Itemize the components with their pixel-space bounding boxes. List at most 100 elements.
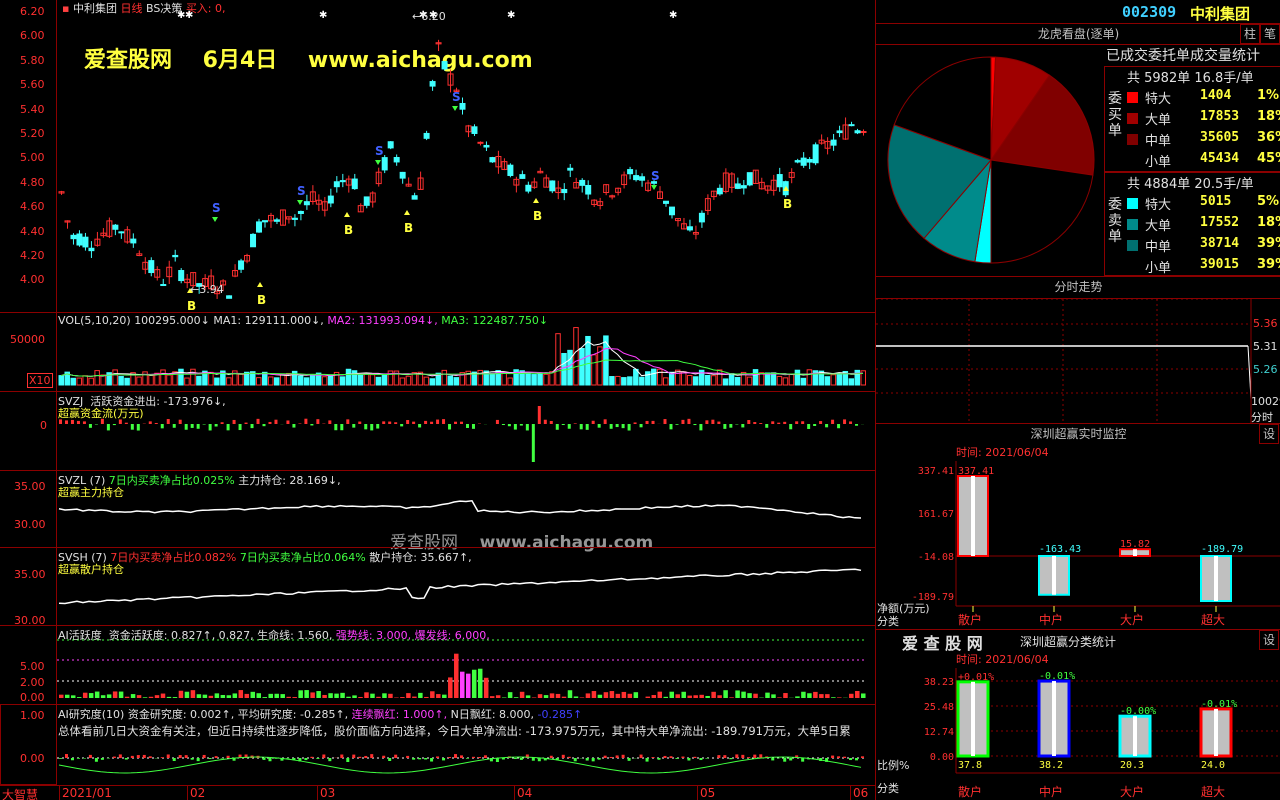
fund-flow-chart[interactable]: [57, 392, 875, 470]
activity-bar: [442, 694, 447, 698]
month-tick: [850, 785, 851, 800]
order-volume: 39015: [1200, 257, 1240, 272]
order-pie-chart[interactable]: [881, 50, 1106, 270]
order-volume: 38714: [1200, 236, 1240, 251]
ratio-bar-chart[interactable]: 38.23 25.48 12.74 0.00 +0.01% 37.8 散户 -0.01% 38.…: [876, 663, 1280, 800]
fund-flow-bar: [633, 422, 637, 424]
classify-title: 深圳超赢分类统计: [1020, 635, 1117, 649]
net-flow-bar-chart[interactable]: 337.41 161.67 -14.08 -189.79 337.41 散户 -163.43…: [876, 456, 1280, 630]
candle-body: [441, 61, 448, 70]
fund-flow-bar: [376, 424, 380, 429]
activity-bar: [244, 693, 250, 698]
activity-bar: [609, 691, 615, 698]
volume-bar: [303, 377, 310, 386]
fund-flow-bar: [268, 421, 272, 424]
fund-flow-bar: [382, 421, 386, 424]
month-label: 2021/01: [62, 786, 112, 800]
volume-bar: [633, 368, 639, 386]
activity-bar: [753, 693, 758, 698]
activity-bar: [477, 668, 483, 698]
bar-highlight: [971, 476, 975, 556]
category-label: 中户: [1039, 612, 1063, 627]
volume-bar: [579, 348, 585, 386]
order-percent: 36%: [1257, 130, 1280, 145]
activity-bar: [573, 696, 579, 698]
volume-bar: [369, 374, 376, 386]
activity-bar: [172, 697, 178, 698]
order-volume: 17552: [1200, 215, 1240, 230]
order-percent: 18%: [1257, 215, 1280, 230]
volume-bar: [309, 374, 316, 386]
candle-body: [489, 157, 496, 163]
candle-body: [297, 210, 304, 214]
fund-flow-bar: [795, 421, 799, 424]
fund-flow-bar: [262, 424, 266, 427]
activity-bar: [334, 693, 339, 698]
fund-flow-bar: [352, 424, 356, 428]
research-bar: [849, 758, 853, 761]
research-bar: [322, 754, 326, 758]
candle-body: [794, 160, 801, 163]
candle-body: [148, 260, 155, 274]
sell-marker: S: [651, 169, 660, 183]
candle-body: [327, 195, 334, 204]
sell-arrow-icon: [212, 217, 218, 222]
volume-bar: [615, 375, 621, 386]
activity-bar: [837, 697, 842, 698]
volume-bar: [279, 374, 286, 386]
chart-area[interactable]: ▪ 中利集团 日线 BS决策 买入: 0, 爱查股网 6月4日 www.aich…: [0, 0, 875, 800]
fund-flow-bar: [813, 424, 817, 426]
fund-flow-bar: [531, 424, 535, 462]
activity-bar: [406, 693, 411, 698]
fund-flow-bar: [442, 419, 446, 424]
research-bar: [675, 758, 679, 759]
candle-body: [716, 187, 723, 195]
activity-bar: [669, 691, 674, 698]
volume-chart[interactable]: [57, 313, 875, 391]
buy-total: 共 5982单 16.8手/单: [1127, 71, 1254, 86]
candle-body: [471, 126, 478, 134]
volume-bar: [208, 371, 214, 386]
volume-bar: [196, 375, 202, 386]
fund-flow-bar: [597, 424, 601, 428]
activity-bar: [735, 690, 740, 698]
svzl-ytick: 30.00: [14, 518, 46, 531]
candle-body: [130, 238, 137, 244]
activity-bar: [88, 693, 94, 698]
activity-bar: [549, 693, 555, 698]
research-bar: [735, 754, 739, 758]
ai-active-ytick: 5.00: [20, 660, 45, 673]
volume-bar: [118, 376, 124, 386]
volume-bar: [848, 378, 855, 386]
volume-bar: [136, 376, 142, 386]
research-bar: [693, 756, 697, 758]
order-percent: 18%: [1257, 109, 1280, 124]
sell-table: 委卖单 共 4884单 20.5手/单 特大 5015 5% 大单 17552 18% 中单…: [1104, 172, 1280, 276]
research-bar: [370, 754, 374, 758]
monitor-ytick: 337.41: [918, 466, 954, 477]
activity-bar: [579, 697, 585, 698]
bar-highlight: [1214, 708, 1218, 756]
candle-body: [256, 221, 263, 233]
fund-flow-bar: [436, 419, 440, 424]
volume-bar: [226, 377, 232, 386]
candlestick-chart[interactable]: B BB BBBSSSSS✱ ✱ ✱ ✱ ✱ ✱ ✱: [57, 0, 875, 312]
fund-flow-bar: [394, 422, 398, 424]
activity-bar: [316, 691, 321, 698]
fund-flow-bar: [316, 419, 320, 424]
classify-settings-button[interactable]: 设: [1259, 630, 1279, 650]
volume-bar: [160, 369, 166, 386]
volume-bar: [453, 377, 460, 386]
order-size-label: 小单: [1145, 155, 1172, 170]
fund-flow-bar: [765, 424, 769, 428]
fund-flow-bar: [178, 419, 182, 424]
research-bar: [304, 758, 308, 761]
ai-activity-chart[interactable]: [57, 626, 875, 704]
monitor-settings-button[interactable]: 设: [1259, 424, 1279, 444]
intraday-chart[interactable]: [876, 299, 1280, 423]
fund-flow-bar: [256, 418, 260, 424]
ai-research-chart[interactable]: [57, 705, 875, 785]
retail-holdings-chart[interactable]: [57, 548, 875, 625]
fund-flow-bar: [148, 421, 152, 424]
order-percent: 45%: [1257, 151, 1280, 166]
